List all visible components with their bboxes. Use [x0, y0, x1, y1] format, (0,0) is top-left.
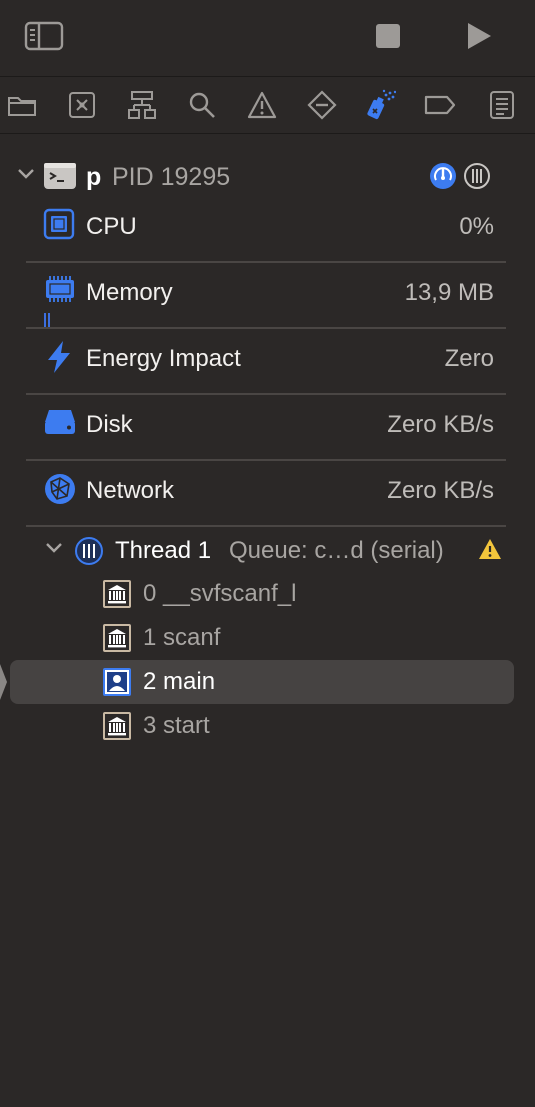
gauge-energy[interactable]: Energy Impact Zero [26, 328, 506, 394]
gauge-cpu-label: CPU [86, 213, 137, 240]
source-control-icon[interactable] [66, 89, 98, 121]
thread-row[interactable]: Thread 1 Queue: c…d (serial) [0, 528, 535, 572]
debug-spray-icon[interactable] [364, 89, 396, 121]
test-diamond-icon[interactable] [306, 89, 338, 121]
library-frame-icon [102, 711, 132, 746]
thread-queue: Queue: c…d (serial) [229, 537, 444, 564]
library-frame-icon [102, 623, 132, 658]
gauge-view-icon[interactable] [429, 162, 457, 195]
process-pid: PID 19295 [112, 163, 231, 191]
user-frame-icon [102, 667, 132, 702]
gauge-energy-value: Zero [444, 345, 494, 372]
run-play-icon[interactable] [462, 20, 494, 52]
stack-frame-row[interactable]: 0 __svfscanf_l [0, 572, 535, 616]
stack-frame-row-selected[interactable]: 2 main [0, 660, 535, 704]
gauge-cpu-value: 0% [459, 213, 494, 240]
folder-icon[interactable] [6, 89, 38, 121]
stack-frame-label: 2 main [143, 668, 216, 695]
hierarchy-icon[interactable] [126, 89, 158, 121]
gauge-memory-value: 13,9 MB [404, 279, 494, 306]
chevron-down-icon[interactable] [16, 167, 36, 186]
network-globe-icon [43, 472, 77, 511]
stop-icon[interactable] [374, 22, 402, 50]
program-counter-marker-icon [0, 664, 8, 705]
navigator-bar [0, 76, 535, 134]
search-icon[interactable] [186, 89, 218, 121]
stack-frame-row[interactable]: 3 start [0, 704, 535, 748]
breakpoint-tag-icon[interactable] [424, 89, 456, 121]
toolbar [0, 0, 535, 76]
stack-frame-label: 0 __svfscanf_l [143, 580, 297, 607]
gauge-memory[interactable]: Memory 13,9 MB [26, 262, 506, 329]
memory-icon [43, 274, 77, 311]
disk-icon [43, 406, 77, 441]
gauge-memory-label: Memory [86, 279, 173, 306]
selection-highlight [10, 660, 514, 704]
gauge-network-label: Network [86, 477, 175, 504]
cpu-icon [43, 208, 75, 245]
gauge-energy-label: Energy Impact [86, 345, 241, 372]
gauge-disk-label: Disk [86, 411, 133, 438]
stack-frame-row[interactable]: 1 scanf [0, 616, 535, 660]
library-frame-icon [102, 579, 132, 614]
gauge-network[interactable]: Network Zero KB/s [26, 460, 506, 526]
chevron-down-icon[interactable] [44, 541, 64, 560]
warning-icon [478, 538, 502, 565]
sidebar-toggle-icon[interactable] [24, 20, 64, 52]
process-row[interactable]: p PID 19295 [0, 155, 535, 197]
gauge-network-value: Zero KB/s [387, 477, 494, 504]
energy-bolt-icon [43, 340, 75, 379]
thread-icon [74, 536, 104, 571]
stack-frame-label: 1 scanf [143, 624, 221, 651]
warning-icon[interactable] [246, 89, 278, 121]
report-list-icon[interactable] [486, 89, 518, 121]
threads-view-icon[interactable] [463, 162, 491, 195]
terminal-icon [44, 163, 76, 194]
divider [26, 525, 506, 527]
gauge-cpu[interactable]: CPU 0% [26, 196, 506, 262]
stack-frame-label: 3 start [143, 712, 210, 739]
thread-name: Thread 1 [115, 537, 212, 564]
process-name: p [86, 163, 102, 191]
gauge-disk[interactable]: Disk Zero KB/s [26, 394, 506, 460]
gauge-disk-value: Zero KB/s [387, 411, 494, 438]
